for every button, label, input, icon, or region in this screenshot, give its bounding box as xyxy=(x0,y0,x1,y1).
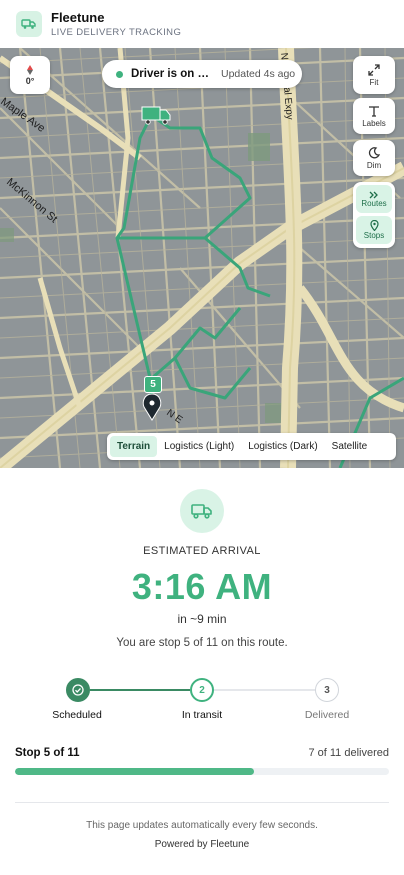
step-in-transit-number: 2 xyxy=(190,678,214,702)
fit-label: Fit xyxy=(369,77,379,87)
app-header: Fleetune LIVE DELIVERY TRACKING xyxy=(0,0,404,48)
dim-label: Dim xyxy=(366,160,382,170)
chevrons-right-icon xyxy=(369,191,378,198)
truck-logo-icon xyxy=(16,11,42,37)
delivery-map[interactable]: Maple Ave McKinnon St N Central Expy N E… xyxy=(0,48,404,468)
step-delivered-number: 3 xyxy=(315,678,339,702)
powered-by-text: Powered by Fleetune xyxy=(154,839,250,850)
style-option-logistics-dark[interactable]: Logistics (Dark) xyxy=(241,436,324,457)
step-scheduled-icon xyxy=(66,678,90,702)
labels-label: Labels xyxy=(362,118,386,128)
eta-time: 3:16 AM xyxy=(131,566,273,607)
stop-position-text: You are stop 5 of 11 on this route. xyxy=(116,637,288,649)
delivery-progress-fill xyxy=(15,768,255,775)
routes-label: Routes xyxy=(361,198,387,208)
step-label-in-transit: In transit xyxy=(181,709,223,721)
delivery-truck-icon xyxy=(180,489,224,533)
driver-status-pill: Driver is on the way Updated 4s ago xyxy=(102,60,302,88)
stops-label: Stops xyxy=(363,231,385,240)
compass-heading: 0° xyxy=(25,75,35,86)
check-circle-icon xyxy=(72,684,84,696)
progress-delivered-count: 7 of 11 delivered xyxy=(308,747,389,759)
status-updated-time: Updated 4s ago xyxy=(221,68,296,80)
fit-button[interactable]: Fit xyxy=(353,56,395,94)
layer-toggle-group: Routes Stops xyxy=(353,182,395,248)
app-subtitle: LIVE DELIVERY TRACKING xyxy=(51,26,182,38)
moon-icon xyxy=(368,146,380,158)
eta-label: ESTIMATED ARRIVAL xyxy=(143,545,261,557)
routes-toggle-button[interactable]: Routes xyxy=(356,185,392,213)
fit-expand-icon xyxy=(368,63,380,76)
labels-toggle-button[interactable]: Labels xyxy=(353,98,395,134)
compass-button[interactable]: 0° xyxy=(10,56,50,94)
delivery-progress-bar xyxy=(15,768,389,775)
map-pin-icon xyxy=(369,220,379,231)
style-option-satellite[interactable]: Satellite xyxy=(325,436,375,457)
text-icon xyxy=(369,105,379,117)
compass-needle-icon xyxy=(27,64,33,75)
auto-update-note: This page updates automatically every fe… xyxy=(86,820,318,831)
step-connector-done xyxy=(90,689,190,691)
footer-divider xyxy=(15,802,389,803)
stops-toggle-button[interactable]: Stops xyxy=(356,216,392,244)
style-option-logistics-light[interactable]: Logistics (Light) xyxy=(157,436,241,457)
driver-status-text: Driver is on the way xyxy=(131,68,209,80)
step-connector-pending xyxy=(214,689,315,691)
step-label-scheduled: Scheduled xyxy=(52,709,102,721)
style-option-terrain[interactable]: Terrain xyxy=(110,436,158,457)
stop-number-badge[interactable]: 5 xyxy=(144,376,162,393)
step-label-delivered: Delivered xyxy=(304,709,350,721)
live-status-dot xyxy=(116,70,123,78)
app-name: Fleetune xyxy=(51,9,105,25)
map-style-switcher: Terrain Logistics (Light) Logistics (Dar… xyxy=(107,433,396,460)
dim-toggle-button[interactable]: Dim xyxy=(353,140,395,176)
progress-stop-text: Stop 5 of 11 xyxy=(15,747,80,759)
eta-minutes: in ~9 min xyxy=(177,612,227,626)
